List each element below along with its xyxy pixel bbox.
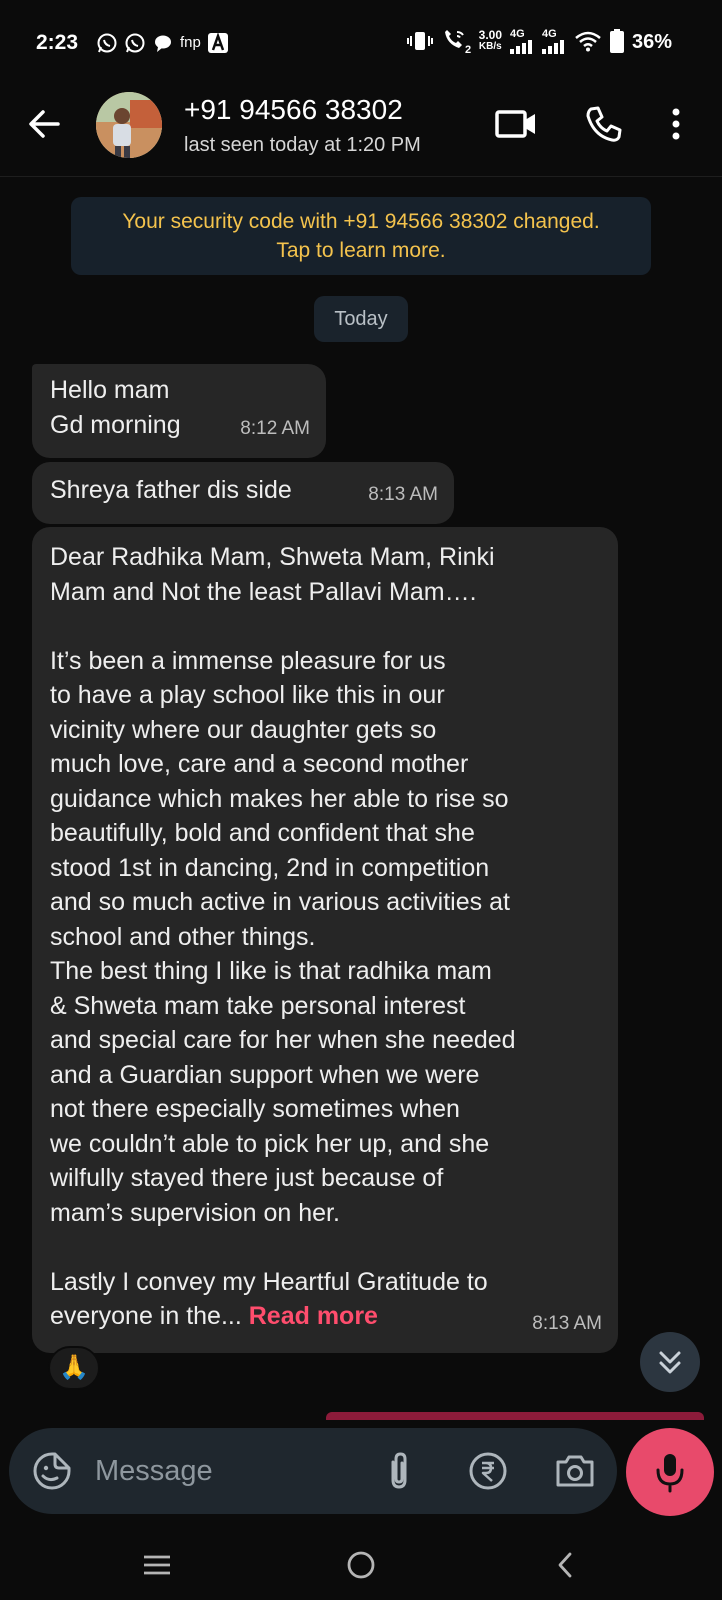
status-time: 2:23: [36, 31, 79, 54]
camera-icon: [556, 1455, 594, 1487]
network-speed: 3.00 KB/s: [478, 28, 502, 52]
outgoing-message-edge: [326, 1412, 704, 1420]
sim1-signal: 4G: [510, 28, 534, 54]
chat-header: +91 94566 38302 last seen today at 1:20 …: [0, 86, 722, 176]
incoming-message[interactable]: Hello mam Gd morning 8:12 AM: [32, 364, 326, 458]
contact-name[interactable]: +91 94566 38302: [184, 94, 403, 126]
voice-message-button[interactable]: [626, 1428, 714, 1516]
message-reaction[interactable]: 🙏: [48, 1346, 100, 1390]
voice-call-icon: [586, 106, 622, 142]
sim2-signal: 4G: [542, 28, 566, 54]
more-options-icon: [672, 108, 680, 140]
contact-avatar[interactable]: [96, 92, 162, 158]
nav-home-icon: [347, 1551, 375, 1579]
wifi-calling-icon: 2: [444, 30, 471, 54]
signal-strength-icon: [510, 40, 532, 54]
nav-menu-icon: [144, 1555, 170, 1575]
signal-strength-icon: [542, 40, 564, 54]
vibrate-icon: [406, 32, 433, 50]
whatsapp-notification-icon: [97, 33, 117, 53]
more-options-button[interactable]: [666, 104, 686, 144]
notification-icons: fnp: [96, 32, 229, 54]
message-text: Dear Radhika Mam, Shweta Mam, Rinki Mam …: [50, 540, 600, 1334]
nav-back-icon: [558, 1552, 572, 1578]
incoming-message[interactable]: Shreya father dis side 8:13 AM: [32, 462, 454, 524]
video-call-icon: [495, 110, 535, 138]
scroll-down-icon: [659, 1351, 681, 1374]
nav-recents-button[interactable]: [140, 1548, 174, 1582]
message-time: 8:12 AM: [240, 417, 310, 439]
date-separator: Today: [314, 296, 408, 342]
whatsapp-notification-icon: [125, 33, 145, 53]
chat-notification-icon: [155, 35, 171, 52]
status-bar: 2:23 fnp 2 3.00 KB/s 4G 4G 36%: [0, 0, 722, 86]
voice-call-button[interactable]: [584, 104, 624, 144]
avatar-photo: [96, 92, 162, 158]
attach-button[interactable]: [379, 1450, 419, 1492]
rupee-payment-icon: [469, 1452, 507, 1490]
incoming-message[interactable]: Dear Radhika Mam, Shweta Mam, Rinki Mam …: [32, 527, 618, 1353]
battery-icon: [610, 29, 624, 53]
header-divider: [0, 176, 722, 177]
message-time: 8:13 AM: [532, 1312, 602, 1334]
nav-home-button[interactable]: [342, 1546, 380, 1584]
message-body: Dear Radhika Mam, Shweta Mam, Rinki Mam …: [50, 543, 516, 1330]
read-more-link[interactable]: Read more: [249, 1302, 378, 1330]
message-input[interactable]: [95, 1448, 355, 1494]
carrier-label: fnp: [180, 34, 201, 51]
wifi-icon: [575, 31, 601, 52]
svg-text:2: 2: [465, 44, 471, 54]
nav-back-button[interactable]: [550, 1546, 580, 1584]
message-composer: [9, 1428, 617, 1514]
scroll-to-bottom-button[interactable]: [640, 1332, 700, 1392]
system-status-icons: 2 3.00 KB/s 4G 4G: [406, 28, 624, 54]
emoji-sticker-icon: [33, 1452, 71, 1490]
system-navigation-bar: [0, 1530, 722, 1600]
security-code-notice[interactable]: Your security code with +91 94566 38302 …: [71, 197, 651, 275]
battery-percentage: 36%: [631, 31, 672, 53]
mic-icon: [656, 1454, 684, 1493]
payment-button[interactable]: [467, 1450, 509, 1492]
attach-icon: [391, 1452, 407, 1489]
last-seen-status: last seen today at 1:20 PM: [184, 134, 421, 156]
emoji-sticker-button[interactable]: [31, 1450, 73, 1492]
message-time: 8:13 AM: [368, 483, 438, 505]
app-a-icon: [207, 32, 228, 53]
back-arrow-icon: [29, 110, 60, 138]
camera-button[interactable]: [553, 1450, 597, 1492]
back-button[interactable]: [24, 104, 64, 144]
video-call-button[interactable]: [494, 106, 538, 142]
